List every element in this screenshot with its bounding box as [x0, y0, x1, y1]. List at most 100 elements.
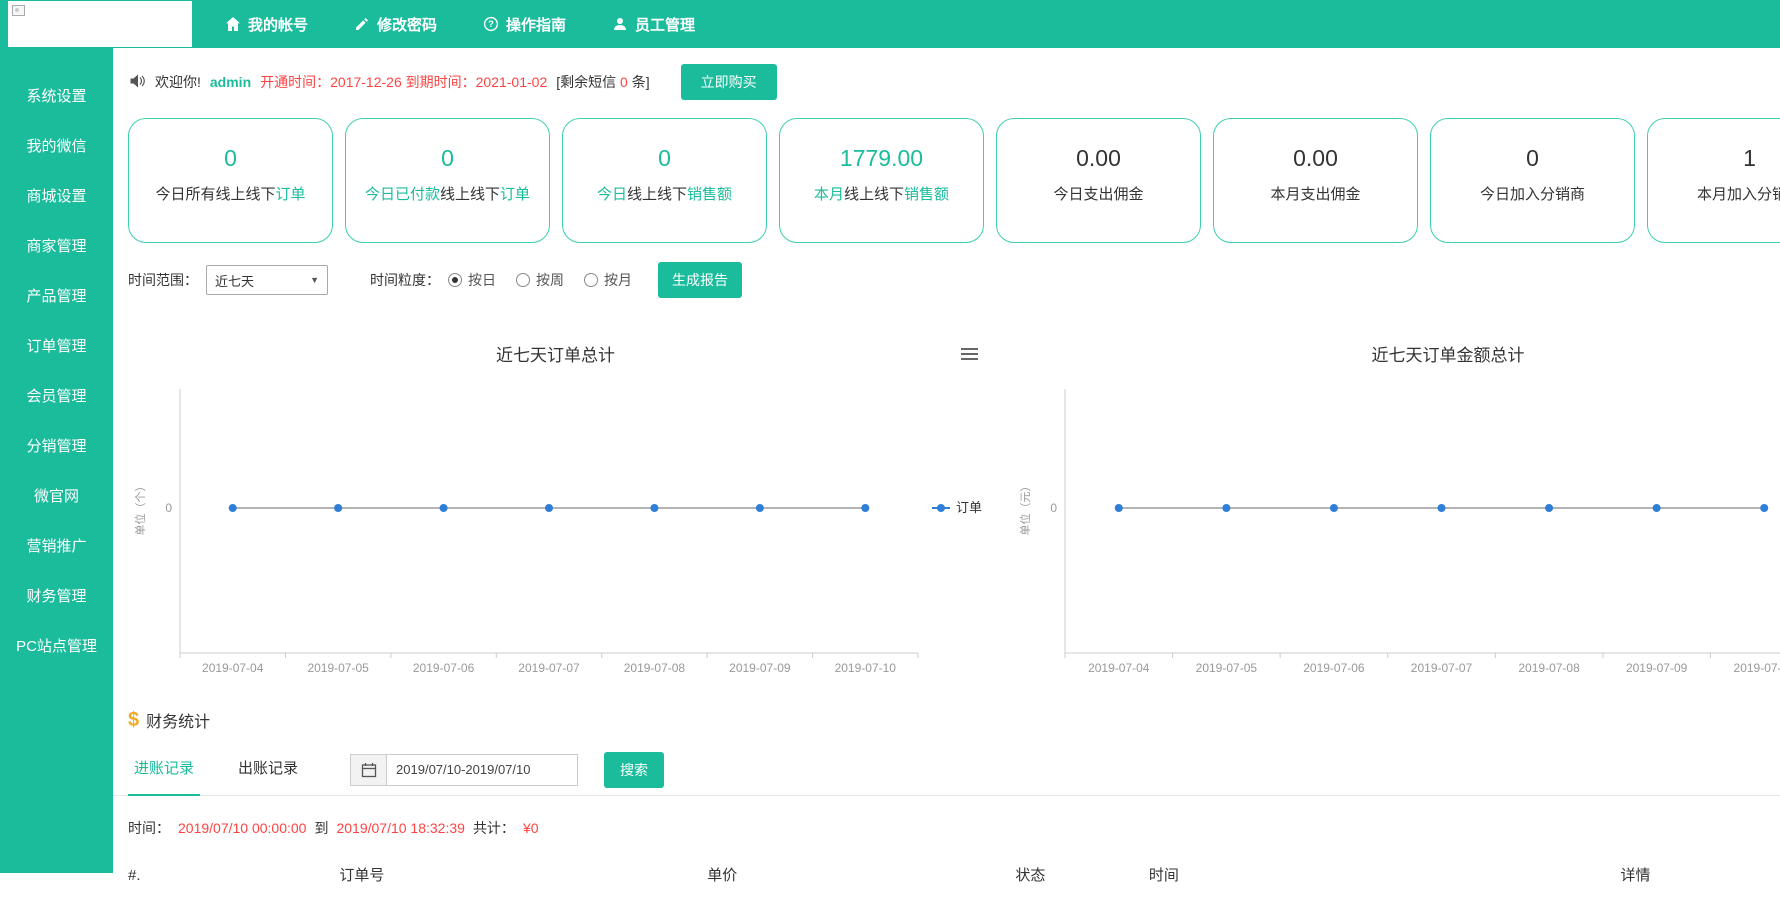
sidebar-item-system-settings[interactable]: 系统设置	[0, 72, 113, 122]
chevron-down-icon: ▼	[310, 275, 319, 285]
top-nav: 我的帐号 修改密码 ? 操作指南 员工管理	[225, 0, 695, 48]
svg-text:2019-07-09: 2019-07-09	[1626, 661, 1688, 675]
svg-text:2019-07-04: 2019-07-04	[1088, 661, 1150, 675]
stat-card-today-paid-orders: 0 今日已付款线上线下订单	[345, 118, 550, 243]
stat-card-month-distributors: 1 本月加入分销商	[1647, 118, 1780, 243]
stat-card-label: 本月线上线下销售额	[780, 183, 983, 204]
top-bar: 我的帐号 修改密码 ? 操作指南 员工管理	[0, 0, 1780, 48]
svg-text:订单: 订单	[956, 500, 982, 515]
column-header-order-no: 订单号	[339, 866, 707, 906]
svg-text:2019-07-05: 2019-07-05	[1196, 661, 1258, 675]
calendar-icon[interactable]	[350, 754, 386, 786]
nav-item-my-account[interactable]: 我的帐号	[225, 14, 308, 35]
svg-text:0: 0	[1050, 501, 1057, 515]
stat-card-today-all-orders: 0 今日所有线上线下订单	[128, 118, 333, 243]
order-amount-line-chart: 2019-07-042019-07-052019-07-062019-07-07…	[998, 369, 1780, 692]
sidebar-item-member-management[interactable]: 会员管理	[0, 372, 113, 422]
chart-menu-icon[interactable]	[961, 345, 978, 363]
speaker-icon	[128, 73, 146, 92]
date-range-group	[350, 754, 578, 786]
column-header-unit-price: 单价	[707, 866, 1015, 906]
granularity-radio-monthly[interactable]: 按月	[584, 270, 632, 290]
radio-icon	[516, 273, 530, 287]
stat-card-value: 0	[346, 145, 549, 171]
sidebar-item-finance-management[interactable]: 财务管理	[0, 572, 113, 622]
filter-bar: 时间范围： 近七天 ▼ 时间粒度： 按日 按周 按月 生成报告	[128, 263, 1780, 297]
stat-card-value: 0	[129, 145, 332, 171]
welcome-greeting: 欢迎你!	[155, 72, 201, 92]
tab-income-records[interactable]: 进账记录	[128, 744, 200, 796]
date-range-input[interactable]	[386, 754, 578, 786]
broken-image-icon	[12, 5, 25, 16]
radio-icon	[448, 273, 462, 287]
finance-toolbar: 进账记录 出账记录 搜索	[113, 744, 1780, 796]
stat-card-label: 今日加入分销商	[1431, 183, 1634, 204]
svg-text:2019-07-08: 2019-07-08	[624, 661, 686, 675]
stat-card-month-sales: 1779.00 本月线上线下销售额	[779, 118, 984, 243]
stat-cards-row: 0 今日所有线上线下订单 0 今日已付款线上线下订单 0 今日线上线下销售额 1…	[128, 118, 1780, 243]
column-header-detail: 详情	[1620, 866, 1780, 906]
chart-title: 近七天订单金额总计	[998, 319, 1780, 369]
charts-row: 近七天订单总计 2019-07-042019-07-052019-07-0620…	[113, 319, 1780, 692]
time-range-select[interactable]: 近七天 ▼	[206, 265, 328, 295]
tab-outgoing-records[interactable]: 出账记录	[232, 744, 304, 796]
time-range-label: 时间范围：	[128, 270, 198, 290]
sidebar-item-my-wechat[interactable]: 我的微信	[0, 122, 113, 172]
nav-item-change-password[interactable]: 修改密码	[354, 14, 437, 35]
time-range-value: 近七天	[215, 271, 254, 290]
granularity-radio-daily[interactable]: 按日	[448, 270, 496, 290]
generate-report-button[interactable]: 生成报告	[658, 262, 742, 298]
stat-card-value: 1779.00	[780, 145, 983, 171]
sidebar-item-order-management[interactable]: 订单管理	[0, 322, 113, 372]
column-header-status: 状态	[1015, 866, 1149, 906]
sidebar-item-micro-site[interactable]: 微官网	[0, 472, 113, 522]
sidebar-item-product-management[interactable]: 产品管理	[0, 272, 113, 322]
granularity-radio-weekly[interactable]: 按周	[516, 270, 564, 290]
buy-now-button[interactable]: 立即购买	[681, 64, 777, 100]
stat-card-label: 今日所有线上线下订单	[129, 183, 332, 204]
sidebar-item-mall-settings[interactable]: 商城设置	[0, 172, 113, 222]
orders-chart-panel: 近七天订单总计 2019-07-042019-07-052019-07-0620…	[113, 319, 998, 692]
granularity-label: 时间粒度：	[370, 270, 440, 290]
sms-remaining: [剩余短信 0 条]	[556, 72, 649, 92]
stat-card-label: 今日支出佣金	[997, 183, 1200, 204]
nav-item-staff[interactable]: 员工管理	[612, 14, 695, 35]
stat-card-value: 0	[563, 145, 766, 171]
stat-card-value: 0.00	[1214, 145, 1417, 171]
sidebar-item-merchant-management[interactable]: 商家管理	[0, 222, 113, 272]
welcome-bar: 欢迎你! admin 开通时间：2017-12-26 到期时间：2021-01-…	[128, 62, 1780, 102]
sidebar-item-distribution-management[interactable]: 分销管理	[0, 422, 113, 472]
svg-text:2019-07-05: 2019-07-05	[307, 661, 369, 675]
time-to: 到	[314, 818, 328, 838]
dollar-icon: $	[128, 709, 139, 732]
svg-text:2019-07-06: 2019-07-06	[413, 661, 475, 675]
sidebar-item-marketing[interactable]: 营销推广	[0, 522, 113, 572]
total-label: 共计：	[473, 818, 515, 838]
home-icon	[225, 16, 241, 32]
username: admin	[210, 74, 251, 90]
nav-item-guide[interactable]: ? 操作指南	[483, 14, 566, 35]
svg-text:单位（元）: 单位（元）	[1018, 481, 1032, 536]
stat-card-label: 本月支出佣金	[1214, 183, 1417, 204]
stat-card-today-distributors: 0 今日加入分销商	[1430, 118, 1635, 243]
stat-card-label: 本月加入分销商	[1648, 183, 1780, 204]
stat-card-label: 今日已付款线上线下订单	[346, 183, 549, 204]
question-icon: ?	[483, 16, 499, 32]
svg-text:?: ?	[488, 19, 494, 29]
stat-card-value: 0.00	[997, 145, 1200, 171]
time-label: 时间：	[128, 818, 170, 838]
user-icon	[612, 16, 628, 32]
stat-card-today-commission: 0.00 今日支出佣金	[996, 118, 1201, 243]
chart-title: 近七天订单总计	[113, 319, 998, 369]
orders-line-chart: 2019-07-04 2019-07-05 2019-07-06 2019-07-07…	[113, 369, 998, 692]
sidebar-item-pc-site-management[interactable]: PC站点管理	[0, 622, 113, 672]
svg-text:2019-07-04: 2019-07-04	[202, 661, 264, 675]
stat-card-label: 今日线上线下销售额	[563, 183, 766, 204]
sms-count: 0	[620, 74, 628, 90]
search-button[interactable]: 搜索	[604, 752, 664, 788]
svg-text:2019-07-07: 2019-07-07	[518, 661, 580, 675]
stat-card-value: 1	[1648, 145, 1780, 171]
column-header-time: 时间	[1149, 866, 1621, 906]
svg-text:2019-07-10: 2019-07-10	[1734, 661, 1780, 675]
svg-text:2019-07-06: 2019-07-06	[1303, 661, 1365, 675]
